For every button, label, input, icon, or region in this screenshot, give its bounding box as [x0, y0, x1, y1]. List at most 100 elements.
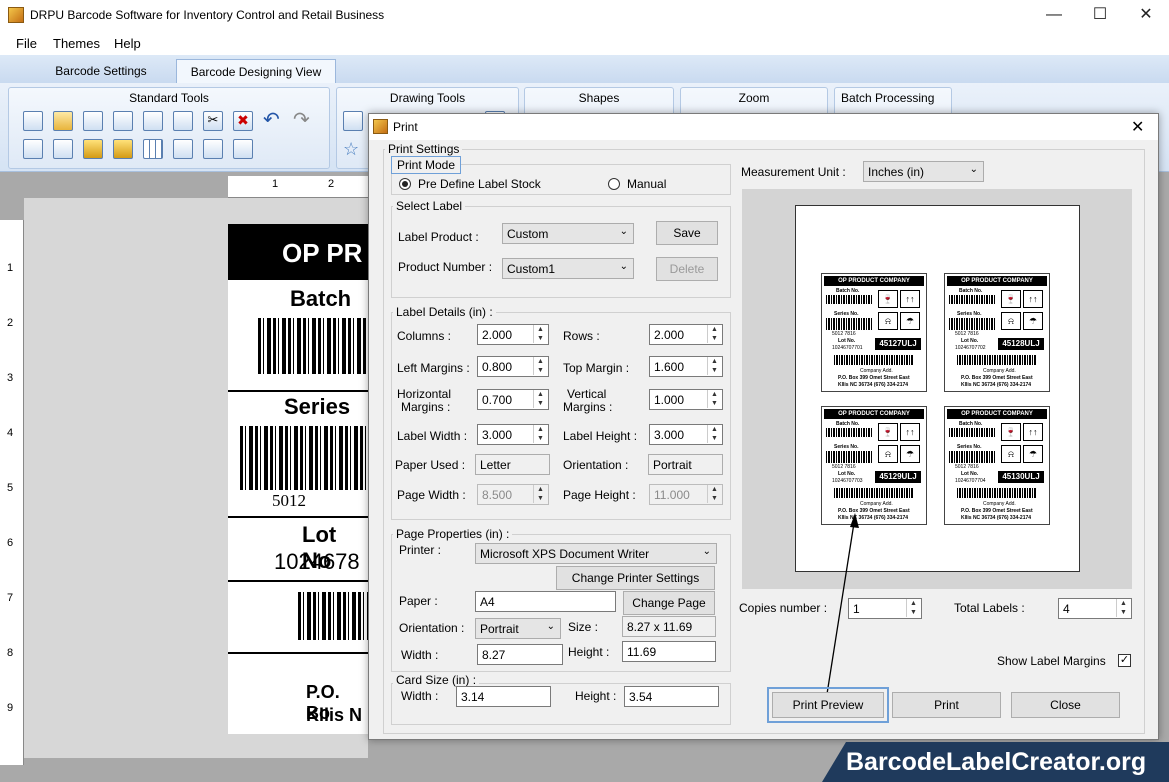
rows-input[interactable]: 2.000 ▲ ▼ [649, 324, 723, 345]
change-printer-settings-button[interactable]: Change Printer Settings [556, 566, 715, 590]
card-height-input[interactable]: 3.54 [624, 686, 719, 707]
star-tool-icon[interactable]: ☆ [343, 139, 363, 159]
preview-label: OP PRODUCT COMPANY Batch No. Series No. 501… [944, 273, 1050, 392]
spin-up-icon[interactable]: ▲ [707, 425, 721, 434]
spin-down-icon[interactable]: ▼ [707, 334, 721, 343]
spinner[interactable]: ▲ ▼ [1116, 599, 1130, 618]
radio-predefine[interactable] [399, 178, 411, 190]
maximize-button[interactable]: ☐ [1077, 0, 1123, 31]
total-labels-input[interactable]: 4 ▲ ▼ [1058, 598, 1132, 619]
printer-label: Printer : [399, 543, 442, 557]
open-icon[interactable] [53, 111, 73, 131]
menu-file[interactable]: File [16, 36, 37, 51]
spin-up-icon[interactable]: ▲ [707, 390, 721, 399]
spin-down-icon[interactable]: ▼ [533, 366, 547, 375]
label-width-input[interactable]: 3.000 ▲ ▼ [477, 424, 549, 445]
properties-icon[interactable] [173, 139, 193, 159]
label-product-combo[interactable]: Custom ⌄ [502, 223, 634, 244]
spin-up-icon[interactable]: ▲ [533, 357, 547, 366]
preview-lot: Lot No. [838, 471, 856, 477]
save-icon[interactable] [83, 111, 103, 131]
tab-barcode-settings[interactable]: Barcode Settings [40, 59, 162, 83]
spin-up-icon[interactable]: ▲ [906, 599, 920, 608]
print-preview-button[interactable]: Print Preview [772, 692, 884, 718]
send-back-icon[interactable] [53, 139, 73, 159]
spin-down-icon[interactable]: ▼ [906, 608, 920, 617]
grid-icon[interactable] [143, 139, 163, 159]
spin-up-icon[interactable]: ▲ [707, 357, 721, 366]
columns-input[interactable]: 2.000 ▲ ▼ [477, 324, 549, 345]
unlock-icon[interactable] [113, 139, 133, 159]
fragile-icon: 🍷 [878, 290, 898, 308]
delete-button[interactable]: Delete [656, 257, 718, 281]
label-height-input[interactable]: 3.000 ▲ ▼ [649, 424, 723, 445]
menu-themes[interactable]: Themes [53, 36, 100, 51]
spin-up-icon[interactable]: ▲ [707, 325, 721, 334]
label-design[interactable]: OP PR Batch Series 5012 Lot No 1024678 P… [228, 224, 368, 734]
spinner[interactable]: ▲ ▼ [533, 390, 547, 409]
tab-barcode-designing-view[interactable]: Barcode Designing View [176, 59, 336, 83]
paper-used-label: Paper Used : [395, 458, 466, 472]
horizontal-margins-input[interactable]: 0.700 ▲ ▼ [477, 389, 549, 410]
spinner[interactable]: ▲ ▼ [707, 325, 721, 344]
spin-down-icon[interactable]: ▼ [533, 434, 547, 443]
spin-down-icon[interactable]: ▼ [707, 434, 721, 443]
paste-icon[interactable] [173, 111, 193, 131]
spin-down-icon[interactable]: ▼ [533, 399, 547, 408]
menu-help[interactable]: Help [114, 36, 141, 51]
spin-up-icon[interactable]: ▲ [533, 425, 547, 434]
spinner[interactable]: ▲ ▼ [707, 357, 721, 376]
save-as-icon[interactable] [113, 111, 133, 131]
delete-icon[interactable]: ✖ [233, 111, 253, 131]
vertical-margins-input[interactable]: 1.000 ▲ ▼ [649, 389, 723, 410]
print-button[interactable]: Print [892, 692, 1001, 718]
export-icon[interactable] [233, 139, 253, 159]
spin-down-icon[interactable]: ▼ [533, 334, 547, 343]
card-width-input[interactable]: 3.14 [456, 686, 551, 707]
spin-up-icon[interactable]: ▲ [533, 390, 547, 399]
copies-number-input[interactable]: 1 ▲ ▼ [848, 598, 922, 619]
copy-icon[interactable] [143, 111, 163, 131]
radio-manual[interactable] [608, 178, 620, 190]
spin-down-icon[interactable]: ▼ [707, 366, 721, 375]
close-button[interactable]: Close [1011, 692, 1120, 718]
preview-barcode [957, 488, 1037, 498]
printer-combo[interactable]: Microsoft XPS Document Writer ⌄ [475, 543, 717, 564]
preview-company: OP PRODUCT COMPANY [947, 276, 1047, 286]
lock-icon[interactable] [83, 139, 103, 159]
label-divider [228, 580, 368, 582]
show-label-margins-checkbox[interactable]: ✓ [1118, 654, 1131, 667]
spinner[interactable]: ▲ ▼ [533, 357, 547, 376]
height-input[interactable]: 11.69 [622, 641, 716, 662]
spin-up-icon[interactable]: ▲ [533, 325, 547, 334]
spin-up-icon[interactable]: ▲ [1116, 599, 1130, 608]
orientation-combo[interactable]: Portrait ⌄ [475, 618, 561, 639]
label-batch-text: Batch [290, 286, 352, 311]
bring-front-icon[interactable] [23, 139, 43, 159]
measurement-unit-combo[interactable]: Inches (in) ⌄ [863, 161, 984, 182]
new-icon[interactable] [23, 111, 43, 131]
spinner[interactable]: ▲ ▼ [707, 425, 721, 444]
width-input[interactable]: 8.27 [477, 644, 563, 665]
text-tool-icon[interactable] [343, 111, 363, 131]
close-window-button[interactable]: ✕ [1123, 0, 1169, 31]
left-margins-input[interactable]: 0.800 ▲ ▼ [477, 356, 549, 377]
redo-icon[interactable]: ↷ [293, 110, 313, 131]
cut-icon[interactable]: ✂ [203, 111, 223, 131]
paper-input[interactable]: A4 [475, 591, 616, 612]
print-icon[interactable] [203, 139, 223, 159]
save-button[interactable]: Save [656, 221, 718, 245]
dialog-close-icon[interactable]: ✕ [1131, 117, 1144, 137]
spinner[interactable]: ▲ ▼ [533, 425, 547, 444]
minimize-button[interactable]: — [1031, 0, 1077, 31]
undo-icon[interactable]: ↶ [263, 110, 283, 131]
spin-down-icon[interactable]: ▼ [1116, 608, 1130, 617]
spinner[interactable]: ▲ ▼ [533, 325, 547, 344]
spinner[interactable]: ▲ ▼ [707, 390, 721, 409]
glass-icon: ⍾ [1001, 312, 1021, 330]
spin-down-icon[interactable]: ▼ [707, 399, 721, 408]
product-number-combo[interactable]: Custom1 ⌄ [502, 258, 634, 279]
spinner[interactable]: ▲ ▼ [906, 599, 920, 618]
change-page-button[interactable]: Change Page [623, 591, 715, 615]
top-margin-input[interactable]: 1.600 ▲ ▼ [649, 356, 723, 377]
